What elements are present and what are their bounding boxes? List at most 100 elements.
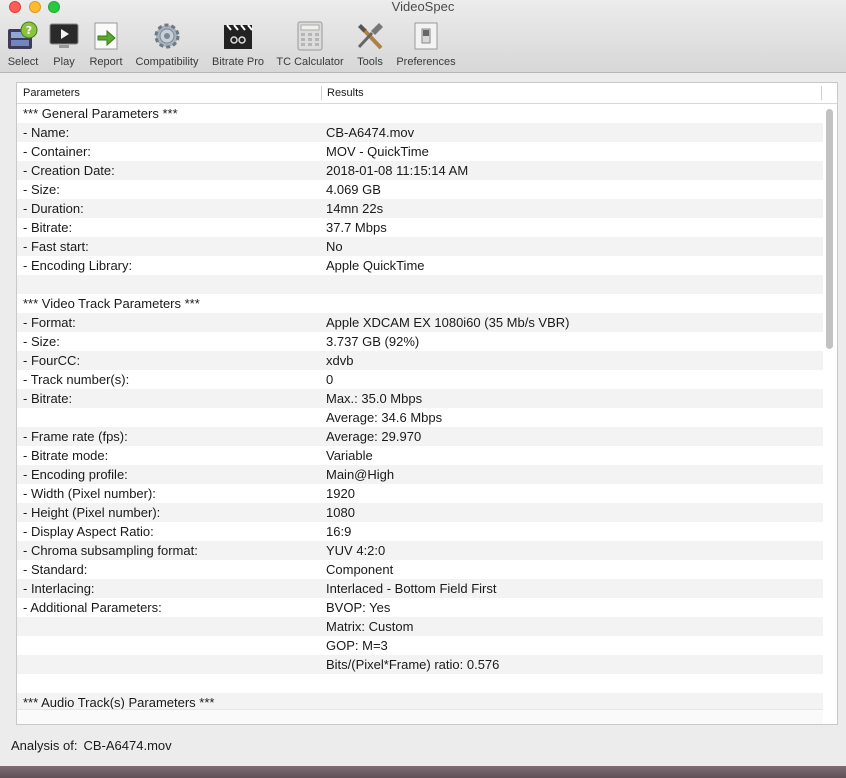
parameter-cell: - Encoding profile: <box>23 467 128 482</box>
analysis-filename: CB-A6474.mov <box>83 738 172 753</box>
compatibility-label: Compatibility <box>135 56 199 68</box>
select-film-icon: ? <box>6 20 40 52</box>
tools-label: Tools <box>357 56 383 68</box>
compatibility-button[interactable]: Compatibility <box>131 20 203 70</box>
table-row[interactable]: *** General Parameters *** <box>17 104 823 123</box>
result-cell: 0 <box>326 372 334 387</box>
table-row[interactable]: - Height (Pixel number): 1080 <box>17 503 823 522</box>
result-cell: Main@High <box>326 467 395 482</box>
table-row[interactable]: - Fast start: No <box>17 237 823 256</box>
table-row[interactable]: - Additional Parameters: BVOP: Yes <box>17 598 823 617</box>
parameter-cell: - Encoding Library: <box>23 258 133 273</box>
report-button[interactable]: Report <box>86 20 126 70</box>
table-row[interactable]: - Width (Pixel number): 1920 <box>17 484 823 503</box>
parameter-cell: - Frame rate (fps): <box>23 429 128 444</box>
result-cell: CB-A6474.mov <box>326 125 415 140</box>
parameter-cell: - Display Aspect Ratio: <box>23 524 154 539</box>
result-cell: MOV - QuickTime <box>326 144 429 159</box>
table-row[interactable]: - Format: Apple XDCAM EX 1080i60 (35 Mb/s… <box>17 313 823 332</box>
parameter-cell: - Fast start: <box>23 239 89 254</box>
table-row[interactable]: - Creation Date: 2018-01-08 11:15:14 AM <box>17 161 823 180</box>
table-row[interactable]: - Encoding profile: Main@High <box>17 465 823 484</box>
table-row[interactable]: - Bitrate mode: Variable <box>17 446 823 465</box>
clapperboard-icon <box>221 20 255 52</box>
parameter-cell: - Chroma subsampling format: <box>23 543 198 558</box>
play-button[interactable]: Play <box>44 20 84 70</box>
status-bar: Analysis of: CB-A6474.mov <box>11 738 172 753</box>
tc-calculator-label: TC Calculator <box>276 56 344 68</box>
result-cell: YUV 4:2:0 <box>326 543 386 558</box>
result-cell: 4.069 GB <box>326 182 381 197</box>
select-label: Select <box>7 56 39 68</box>
title-bar: VideoSpec ? Select Play Report Compatibi… <box>0 0 846 73</box>
table-row[interactable]: *** Video Track Parameters *** <box>17 294 823 313</box>
parameter-cell: - Name: <box>23 125 70 140</box>
parameter-cell: - Size: <box>23 334 60 349</box>
preferences-button[interactable]: Preferences <box>393 20 459 70</box>
table-row[interactable]: - Encoding Library: Apple QuickTime <box>17 256 823 275</box>
tc-calculator-button[interactable]: TC Calculator <box>273 20 347 70</box>
table-row[interactable]: - Size: 3.737 GB (92%) <box>17 332 823 351</box>
result-cell: Average: 34.6 Mbps <box>326 410 443 425</box>
column-divider <box>821 86 822 100</box>
vertical-scrollbar[interactable] <box>826 109 833 349</box>
result-cell: 1080 <box>326 505 355 520</box>
table-row[interactable]: Matrix: Custom <box>17 617 823 636</box>
tools-button[interactable]: Tools <box>352 20 388 70</box>
play-label: Play <box>53 56 75 68</box>
table-row[interactable]: GOP: M=3 <box>17 636 823 655</box>
table-row[interactable]: - Standard: Component <box>17 560 823 579</box>
table-row[interactable]: - Frame rate (fps): Average: 29.970 <box>17 427 823 446</box>
calculator-icon <box>293 20 327 52</box>
result-cell: 16:9 <box>326 524 352 539</box>
desktop-dock-strip <box>0 766 846 778</box>
table-row[interactable]: - Container: MOV - QuickTime <box>17 142 823 161</box>
result-cell: 1920 <box>326 486 355 501</box>
report-label: Report <box>89 56 123 68</box>
result-cell: Average: 29.970 <box>326 429 422 444</box>
table-row[interactable]: Bits/(Pixel*Frame) ratio: 0.576 <box>17 655 823 674</box>
result-cell: xdvb <box>326 353 354 368</box>
table-row[interactable]: - Name: CB-A6474.mov <box>17 123 823 142</box>
table-row[interactable]: - Track number(s): 0 <box>17 370 823 389</box>
column-header-parameters[interactable]: Parameters <box>23 87 80 99</box>
table-row[interactable] <box>17 275 823 294</box>
table-header: Parameters Results <box>17 83 837 104</box>
table-row[interactable]: - Chroma subsampling format: YUV 4:2:0 <box>17 541 823 560</box>
table-row[interactable]: - Bitrate: 37.7 Mbps <box>17 218 823 237</box>
window-title: VideoSpec <box>391 0 455 14</box>
result-cell: 37.7 Mbps <box>326 220 387 235</box>
table-row[interactable]: - Interlacing: Interlaced - Bottom Field … <box>17 579 823 598</box>
parameter-cell: - Width (Pixel number): <box>23 486 156 501</box>
table-row[interactable] <box>17 674 823 693</box>
select-button[interactable]: ? Select <box>3 20 43 70</box>
result-cell: 2018-01-08 11:15:14 AM <box>326 163 469 178</box>
result-cell: BVOP: Yes <box>326 600 391 615</box>
result-cell: Apple XDCAM EX 1080i60 (35 Mb/s VBR) <box>326 315 570 330</box>
results-table[interactable]: Parameters Results *** General Parameter… <box>16 82 838 725</box>
column-header-results[interactable]: Results <box>327 87 364 99</box>
bitrate-pro-button[interactable]: Bitrate Pro <box>208 20 268 70</box>
result-cell: Matrix: Custom <box>326 619 414 634</box>
parameter-cell: - Creation Date: <box>23 163 115 178</box>
table-row[interactable]: - Bitrate: Max.: 35.0 Mbps <box>17 389 823 408</box>
table-row[interactable]: - Display Aspect Ratio: 16:9 <box>17 522 823 541</box>
table-row[interactable]: - FourCC: xdvb <box>17 351 823 370</box>
table-row[interactable]: Average: 34.6 Mbps <box>17 408 823 427</box>
parameter-cell: - Size: <box>23 182 60 197</box>
parameter-cell: - Interlacing: <box>23 581 95 596</box>
gear-icon <box>150 20 184 52</box>
preferences-label: Preferences <box>396 56 456 68</box>
parameter-cell: - Container: <box>23 144 91 159</box>
table-row[interactable]: - Size: 4.069 GB <box>17 180 823 199</box>
analysis-label: Analysis of: <box>11 738 78 753</box>
horizontal-scroll-track <box>17 709 823 724</box>
svg-text:?: ? <box>26 24 32 37</box>
result-cell: 3.737 GB (92%) <box>326 334 420 349</box>
parameter-cell: *** Video Track Parameters *** <box>23 296 200 311</box>
table-row[interactable]: - Duration: 14mn 22s <box>17 199 823 218</box>
result-cell: 14mn 22s <box>326 201 384 216</box>
parameter-cell: - Height (Pixel number): <box>23 505 161 520</box>
parameter-cell: - Format: <box>23 315 76 330</box>
table-body: *** General Parameters *** - Name: CB-A647… <box>17 104 823 712</box>
